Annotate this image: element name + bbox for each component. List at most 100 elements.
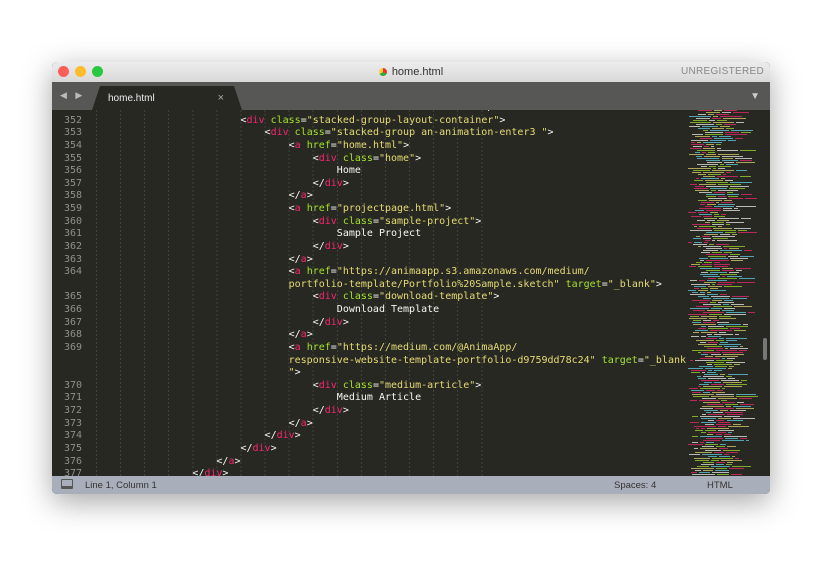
token: </ <box>288 253 301 265</box>
minimap-line <box>715 462 726 463</box>
token: div <box>270 127 289 139</box>
minimap-line <box>730 130 754 131</box>
minimap-line <box>732 406 752 407</box>
minimap-line <box>712 168 717 169</box>
scrollbar-thumb[interactable] <box>763 338 767 360</box>
line-number: 354 <box>63 139 82 151</box>
minimap-line <box>705 180 724 181</box>
minimap-line <box>720 126 730 127</box>
minimap-line <box>729 186 749 187</box>
minimap-line <box>719 342 729 343</box>
token: </ <box>312 240 325 252</box>
line-number: 364 <box>63 266 82 278</box>
minimap-line <box>701 464 715 465</box>
token: </ <box>240 442 253 454</box>
scrollbar[interactable] <box>761 110 769 476</box>
minimap-line <box>707 342 718 343</box>
tab-nav-arrows-icon[interactable]: ◀ ▶ <box>60 90 85 101</box>
token: > <box>306 329 313 341</box>
minimap-line <box>706 390 716 391</box>
minimap-line <box>731 474 743 475</box>
minimap-line <box>711 240 715 241</box>
close-tab-icon[interactable]: × <box>218 92 224 104</box>
line-source: </div> <box>265 430 301 443</box>
panel-toggle-icon[interactable] <box>61 479 73 489</box>
minimap-line <box>734 138 744 139</box>
minimap-line <box>708 152 716 153</box>
token: </ <box>192 468 205 476</box>
line-source: <a href="projectpage.html"> <box>289 203 452 216</box>
minimap-line <box>695 152 700 153</box>
tab-menu-dropdown-icon[interactable]: ▼ <box>750 91 760 102</box>
minimap-line <box>704 374 719 375</box>
minimap-line <box>733 364 740 365</box>
token: class <box>336 215 373 227</box>
minimap-line <box>695 360 714 361</box>
token: > <box>342 240 349 252</box>
minimap-line <box>691 264 700 265</box>
minimap-line <box>723 300 734 301</box>
minimap-line <box>709 330 733 331</box>
minimap-line <box>715 424 731 425</box>
token: </ <box>312 405 325 416</box>
minimap-line <box>705 248 722 249</box>
line-number: 362 <box>63 240 82 252</box>
minimap-line <box>712 222 724 223</box>
minimap-line <box>717 418 732 419</box>
token: div <box>246 114 265 126</box>
minimap-line <box>725 362 745 363</box>
minimap-line <box>708 378 726 379</box>
token: > <box>294 367 301 379</box>
token: > <box>342 177 349 189</box>
minimap-line <box>719 338 725 339</box>
minimap-line <box>688 154 704 155</box>
minimap-line <box>721 270 735 271</box>
minimap-line <box>728 426 749 427</box>
minimap-line <box>717 196 726 197</box>
minimap-line <box>719 456 731 457</box>
minimap-line <box>735 408 755 409</box>
minimap-line <box>720 234 731 235</box>
token: div <box>276 430 295 442</box>
minimap-line <box>697 200 707 201</box>
indentation-setting[interactable]: Spaces: 4 <box>614 480 656 491</box>
minimap-line <box>716 446 726 447</box>
minimap-line <box>698 378 707 379</box>
window-title: home.html <box>52 66 770 78</box>
line-number: 367 <box>63 316 82 328</box>
minimap-line <box>718 190 738 191</box>
minimap-line <box>704 242 708 243</box>
line-source: <a href="https://medium.com/@AnimaApp/ <box>289 342 518 355</box>
minimap-line <box>697 174 706 175</box>
minimap-line <box>705 154 717 155</box>
line-source: </a> <box>216 456 240 469</box>
minimap-line <box>706 210 722 211</box>
minimap-line <box>704 424 714 425</box>
minimap-line <box>704 346 723 347</box>
token: div <box>204 468 223 476</box>
minimap-line <box>705 112 721 113</box>
minimap-line <box>706 232 723 233</box>
minimap-line <box>724 404 738 405</box>
minimap[interactable] <box>688 110 760 476</box>
line-number: 357 <box>63 177 82 189</box>
minimap-line <box>710 354 721 355</box>
minimap-line <box>715 114 729 115</box>
token: div <box>252 442 271 454</box>
syntax-selector[interactable]: HTML <box>707 480 733 491</box>
minimap-line <box>689 308 709 309</box>
minimap-line <box>721 202 734 203</box>
code-editor[interactable]: WAAACH5BAEAAAAALAAAAAABAAEAAAICRAEAOw=="… <box>52 110 770 476</box>
minimap-line <box>703 304 722 305</box>
token: portfolio-template/Portfolio%20Sample.sk… <box>288 278 560 290</box>
token: target <box>595 354 638 366</box>
minimap-line <box>704 450 722 451</box>
tab-home-html[interactable]: home.html × <box>92 86 242 110</box>
minimap-line <box>721 214 726 215</box>
minimap-line <box>719 332 726 333</box>
minimap-line <box>689 122 712 123</box>
minimap-line <box>710 308 722 309</box>
line-number: 375 <box>63 442 82 454</box>
minimap-line <box>734 330 746 331</box>
minimap-line <box>699 302 709 303</box>
